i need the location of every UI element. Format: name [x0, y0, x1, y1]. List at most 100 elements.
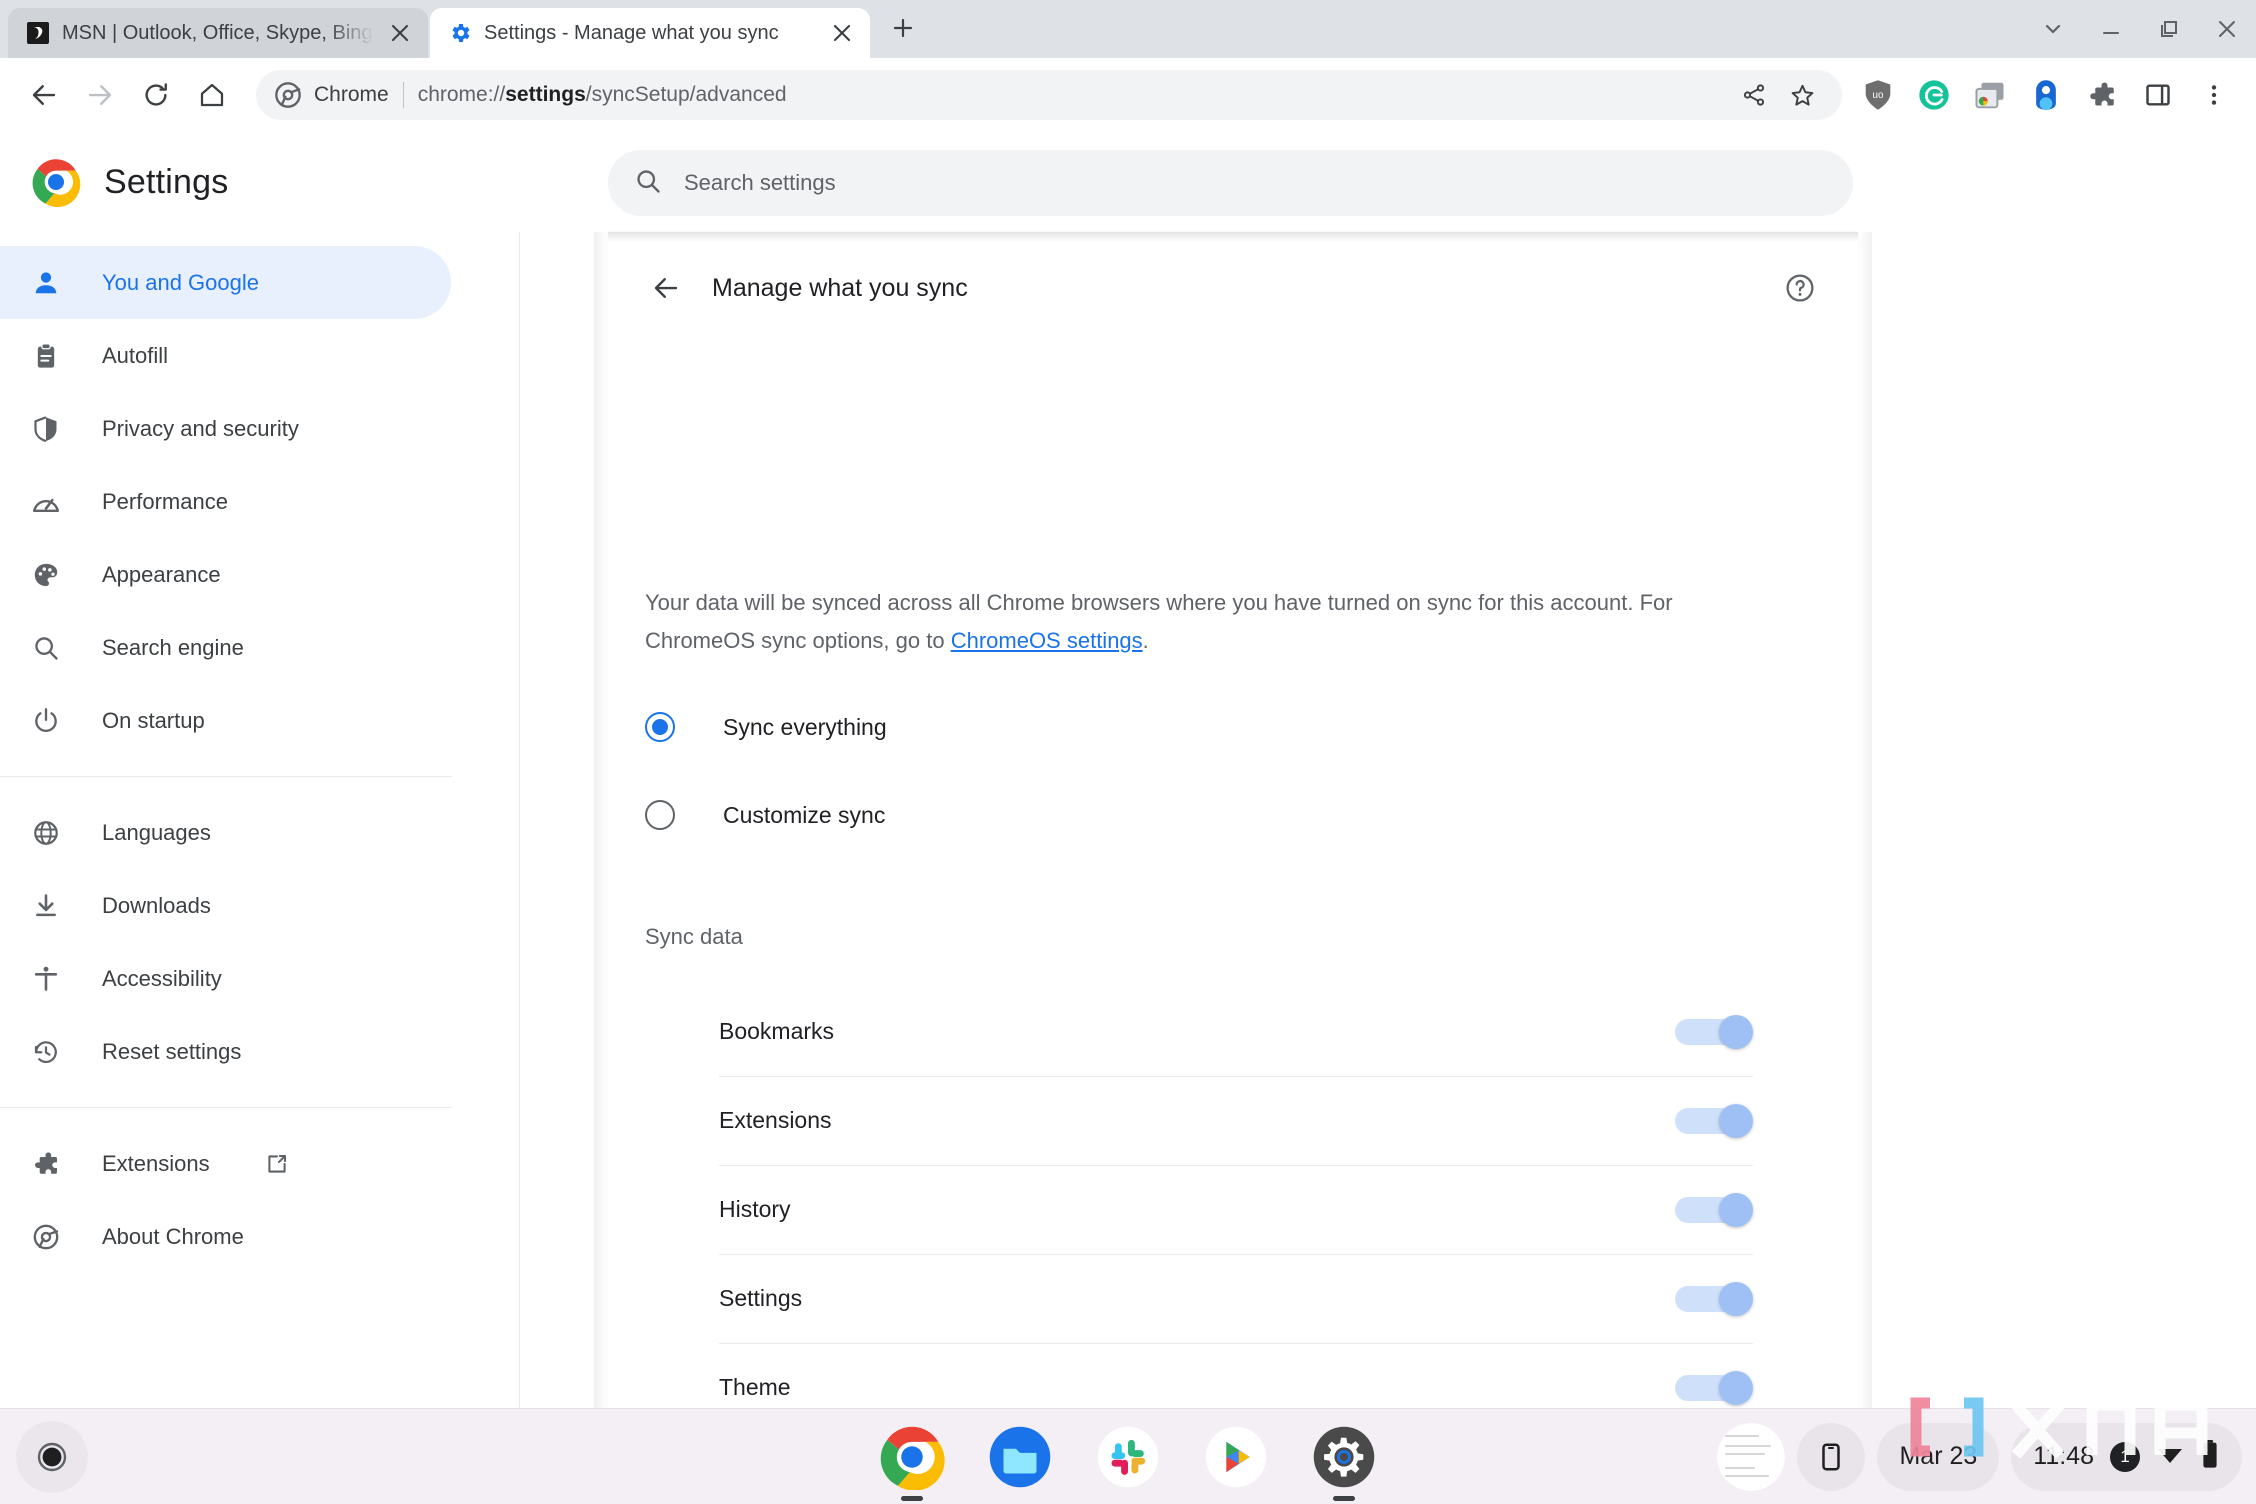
toggle-knob	[1719, 1370, 1753, 1405]
msn-icon	[26, 21, 50, 45]
sync-row-settings[interactable]: Settings	[645, 1254, 1753, 1343]
star-icon[interactable]	[1780, 73, 1824, 117]
radio-option-customize-sync[interactable]: Customize sync	[645, 800, 885, 830]
close-window-button[interactable]	[2198, 0, 2256, 58]
sidebar-item-search-engine[interactable]: Search engine	[0, 611, 451, 684]
description-text-part1: Your data will be synced across all Chro…	[645, 590, 1673, 653]
browser-toolbar: Chrome chrome://settings/syncSetup/advan…	[0, 58, 2256, 132]
more-menu-icon[interactable]	[2188, 69, 2240, 121]
sidebar-item-about-chrome[interactable]: About Chrome	[0, 1200, 451, 1273]
toggle-history[interactable]	[1675, 1192, 1753, 1227]
home-icon[interactable]	[184, 67, 240, 123]
shelf-app-list	[879, 1424, 1377, 1501]
system-tray: Mar 23 11:48 1	[1717, 1422, 2242, 1491]
browser-tab-strip: MSN | Outlook, Office, Skype, Bing Setti…	[0, 0, 2256, 58]
chromeos-desktop: MSN | Outlook, Office, Skype, Bing Setti…	[0, 0, 2256, 1504]
url-bold-segment: settings	[505, 83, 586, 106]
sidebar-item-languages[interactable]: Languages	[0, 796, 451, 869]
reload-icon[interactable]	[128, 67, 184, 123]
sidebar-item-label: Appearance	[102, 561, 221, 587]
sync-row-history[interactable]: History	[645, 1165, 1753, 1254]
slack-app-icon[interactable]	[1095, 1424, 1161, 1490]
settings-page-header: Settings Search settings	[0, 132, 2256, 232]
sync-row-bookmarks[interactable]: Bookmarks	[645, 987, 1753, 1076]
address-bar[interactable]: Chrome chrome://settings/syncSetup/advan…	[256, 70, 1842, 120]
grammarly-icon[interactable]	[1908, 69, 1960, 121]
tab-search-chevron-down-icon[interactable]	[2024, 0, 2082, 58]
side-panel-icon[interactable]	[2132, 69, 2184, 121]
tray-date-label: Mar 23	[1899, 1442, 1978, 1470]
radio-button[interactable]	[645, 800, 675, 830]
browser-tab-settings[interactable]: Settings - Manage what you sync	[430, 8, 870, 58]
sidebar-item-you-and-google[interactable]: You and Google	[0, 246, 451, 319]
sidebar-item-accessibility[interactable]: Accessibility	[0, 942, 451, 1015]
search-settings-input[interactable]: Search settings	[608, 150, 1853, 216]
sync-data-section-title: Sync data	[645, 924, 743, 949]
page-title: Settings	[104, 162, 229, 201]
new-tab-button[interactable]	[878, 3, 928, 53]
origin-chip-label: Chrome	[314, 83, 389, 106]
chromeos-settings-link[interactable]: ChromeOS settings	[951, 628, 1143, 653]
puzzle-extensions-icon[interactable]	[2076, 69, 2128, 121]
sync-row-extensions[interactable]: Extensions	[645, 1076, 1753, 1165]
date-tray-button[interactable]: Mar 23	[1877, 1422, 2000, 1491]
back-arrow-icon[interactable]	[16, 67, 72, 123]
close-icon[interactable]	[828, 19, 856, 47]
sync-item-label: Settings	[719, 1285, 803, 1311]
toggle-settings[interactable]	[1675, 1281, 1753, 1316]
sidebar-item-performance[interactable]: Performance	[0, 465, 451, 538]
radio-option-sync-everything[interactable]: Sync everything	[645, 712, 887, 742]
launcher-circle-icon[interactable]	[16, 1421, 88, 1493]
sidebar-item-extensions[interactable]: Extensions	[0, 1127, 451, 1200]
close-icon[interactable]	[386, 19, 414, 47]
battery-icon	[2200, 1439, 2220, 1474]
detail-page-title: Manage what you sync	[712, 273, 968, 302]
phone-icon[interactable]	[1797, 1422, 1866, 1491]
minimize-button[interactable]	[2082, 0, 2140, 58]
sidebar-item-label: Autofill	[102, 342, 169, 368]
toggle-bookmarks[interactable]	[1675, 1014, 1753, 1049]
sidebar-item-label: Accessibility	[102, 965, 222, 991]
back-arrow-icon[interactable]	[642, 264, 690, 312]
sidebar-item-autofill[interactable]: Autofill	[0, 319, 451, 392]
accessibility-icon	[30, 963, 62, 995]
search-placeholder: Search settings	[684, 170, 836, 195]
chrome-app-icon[interactable]	[879, 1424, 945, 1501]
url-prefix: chrome://	[417, 83, 506, 106]
puzzle-icon	[30, 1148, 62, 1180]
sidebar-item-privacy-and-security[interactable]: Privacy and security	[0, 392, 451, 465]
forward-arrow-icon[interactable]	[72, 67, 128, 123]
sidebar-item-appearance[interactable]: Appearance	[0, 538, 451, 611]
omnibox-divider	[402, 82, 404, 108]
sidebar-item-label: Languages	[102, 819, 211, 845]
share-icon[interactable]	[1732, 73, 1776, 117]
restore-maximize-button[interactable]	[2140, 0, 2198, 58]
sidebar-item-label: Performance	[102, 488, 228, 514]
play-store-app-icon[interactable]	[1203, 1424, 1269, 1490]
tab-manager-icon[interactable]	[1964, 69, 2016, 121]
card-top-shadow	[608, 232, 1858, 242]
settings-app-icon[interactable]	[1311, 1424, 1377, 1501]
open-in-new-icon[interactable]	[264, 1151, 290, 1177]
screenshot-thumbnail	[1717, 1422, 1786, 1491]
ublock-origin-icon[interactable]: uo	[1852, 69, 1904, 121]
sidebar-divider	[0, 776, 452, 777]
power-icon	[30, 705, 62, 737]
toggle-knob	[1719, 1281, 1753, 1316]
screenshot-preview-icon[interactable]	[1717, 1422, 1786, 1491]
clipboard-icon	[30, 340, 62, 372]
sidebar-item-downloads[interactable]: Downloads	[0, 869, 451, 942]
sidebar-item-on-startup[interactable]: On startup	[0, 684, 451, 757]
globe-icon	[30, 817, 62, 849]
sidebar-item-reset-settings[interactable]: Reset settings	[0, 1015, 451, 1088]
status-tray-button[interactable]: 11:48 1	[2011, 1422, 2242, 1491]
browser-tab-msn[interactable]: MSN | Outlook, Office, Skype, Bing	[8, 8, 428, 58]
profile-lock-icon[interactable]	[2020, 69, 2072, 121]
toggle-theme[interactable]	[1675, 1370, 1753, 1405]
help-circle-icon[interactable]	[1776, 264, 1824, 312]
files-app-icon[interactable]	[987, 1424, 1053, 1490]
extension-icons: uo	[1852, 69, 2240, 121]
toggle-knob	[1719, 1103, 1753, 1138]
toggle-extensions[interactable]	[1675, 1103, 1753, 1138]
radio-button[interactable]	[645, 712, 675, 742]
